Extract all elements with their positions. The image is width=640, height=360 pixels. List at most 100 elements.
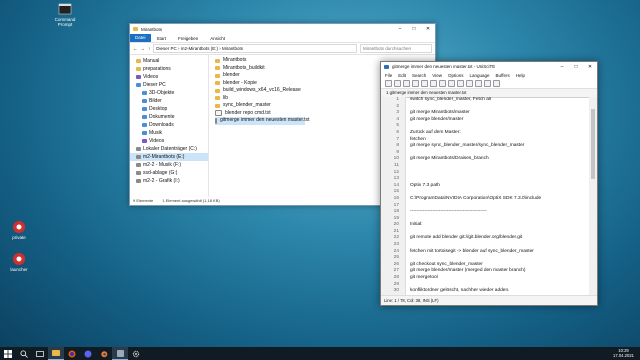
tab-ansicht[interactable]: Ansicht (204, 36, 231, 41)
back-arrow-icon[interactable]: ← (133, 46, 138, 51)
text-file-icon (215, 110, 222, 117)
window-title: Mirantbots (141, 26, 163, 32)
nav-item[interactable]: m2-2 - Musik (F:) (130, 161, 208, 169)
minimize-button[interactable]: – (555, 62, 569, 72)
nav-item-label: Manual (143, 58, 160, 64)
blender-icon[interactable] (96, 347, 112, 360)
nav-item[interactable]: preparations (130, 65, 208, 73)
tab-start[interactable]: Start (151, 36, 173, 41)
editor-titlebar[interactable]: gitmerge immer den neuesten master.txt -… (381, 62, 597, 71)
nav-item[interactable]: Dieser PC (130, 81, 208, 89)
close-button[interactable]: ✕ (421, 24, 435, 34)
up-arrow-icon[interactable]: ↑ (148, 46, 150, 51)
folder-icon (215, 88, 220, 93)
nav-item[interactable]: ssd-ablage (G:) (130, 169, 208, 177)
editor-icon[interactable] (112, 347, 128, 360)
delete-icon[interactable] (457, 80, 464, 87)
nav-item[interactable]: Lokaler Datenträger (C:) (130, 145, 208, 153)
close-button[interactable]: ✕ (583, 62, 597, 72)
minimize-button[interactable]: – (393, 24, 407, 34)
text-line: 20 Initial: (381, 222, 589, 229)
text-line: 8 git merge sync_blender_master/sync_blen… (381, 143, 589, 150)
redo-icon[interactable] (475, 80, 482, 87)
save-icon[interactable] (403, 80, 410, 87)
nav-item[interactable]: Dokumente (130, 113, 208, 121)
line-number: 4 (381, 116, 406, 124)
nav-item-icon (136, 179, 141, 183)
text-line: 3 git merge Mirantbots/master (381, 110, 589, 117)
maximize-button[interactable]: □ (407, 24, 421, 34)
line-number: 23 (381, 242, 406, 249)
file-row[interactable]: gitmerge immer den neuesten master.txt (215, 117, 310, 125)
undo-icon[interactable] (466, 80, 473, 87)
nav-item[interactable]: Bilder (130, 97, 208, 105)
line-text: Zurück auf dem Master: (410, 129, 461, 135)
menu-item[interactable]: Help (516, 73, 525, 78)
explorer-titlebar[interactable]: Mirantbots – □ ✕ (130, 24, 435, 34)
breadcrumb-item[interactable]: Mirantbots (222, 46, 243, 51)
desktop-icon-label: private (12, 235, 26, 240)
print-icon[interactable] (421, 80, 428, 87)
nav-item[interactable]: 3D-Objekte (130, 89, 208, 97)
maximize-button[interactable]: □ (569, 62, 583, 72)
firefox-icon[interactable] (64, 347, 80, 360)
file-name: Mirantbots (223, 57, 247, 63)
text-editor-window[interactable]: gitmerge immer den neuesten master.txt -… (380, 61, 598, 306)
find-icon[interactable] (484, 80, 491, 87)
text-line: 25 (381, 255, 589, 262)
menu-item[interactable]: File (385, 73, 392, 78)
line-number: 7 (381, 136, 406, 144)
line-text (406, 255, 410, 262)
windows-start-icon[interactable] (0, 347, 16, 360)
nav-item-icon (142, 131, 147, 135)
nav-item[interactable]: m2-Mirantbots (E:) (130, 153, 208, 161)
replace-icon[interactable] (493, 80, 500, 87)
vertical-scrollbar[interactable] (589, 97, 597, 296)
paste-icon[interactable] (448, 80, 455, 87)
nav-item[interactable]: Desktop (130, 105, 208, 113)
task-view-icon[interactable] (32, 347, 48, 360)
scrollbar-thumb[interactable] (591, 109, 595, 179)
discord-icon[interactable] (80, 347, 96, 360)
breadcrumb-item[interactable]: Dieser PC (156, 46, 177, 51)
open-file-icon[interactable] (394, 80, 401, 87)
nav-item[interactable]: Videos (130, 137, 208, 145)
menu-item[interactable]: Search (412, 73, 426, 78)
close-file-icon[interactable] (412, 80, 419, 87)
nav-item-label: m2-2 - Grafik (I:) (143, 178, 180, 184)
item-count: 9 Elemente (133, 198, 154, 203)
tab-datei[interactable]: Datei (130, 34, 151, 42)
settings-icon[interactable] (128, 347, 144, 360)
menu-item[interactable]: View (432, 73, 442, 78)
nav-item[interactable]: Musik (130, 129, 208, 137)
nav-item-label: Dieser PC (143, 82, 166, 88)
nav-item[interactable]: Downloads (130, 121, 208, 129)
menu-item[interactable]: Options (448, 73, 464, 78)
menu-item[interactable]: Buffers (496, 73, 510, 78)
menu-item[interactable]: Language (470, 73, 490, 78)
desktop-icon-private[interactable]: private (2, 220, 36, 240)
breadcrumb-item[interactable]: m2-Mirantbots (E:) (181, 46, 218, 51)
text-line: 17 (381, 202, 589, 210)
search-input[interactable]: Mirantbots durchsuchen (360, 44, 432, 53)
breadcrumb[interactable]: Dieser PC › m2-Mirantbots (E:) › Mirantb… (153, 44, 357, 53)
new-file-icon[interactable] (385, 80, 392, 87)
nav-item[interactable]: m2-2 - Grafik (I:) (130, 177, 208, 185)
nav-item[interactable]: Manual (130, 57, 208, 65)
menu-item[interactable]: Edit (398, 73, 406, 78)
system-clock[interactable]: 10:29 17.04.2021 (613, 348, 634, 358)
search-icon[interactable] (16, 347, 32, 360)
line-number: 3 (381, 110, 406, 117)
tab-freigeben[interactable]: Freigeben (172, 36, 204, 41)
file-name: blender repo cmd.txt (225, 109, 271, 116)
cut-icon[interactable] (430, 80, 437, 87)
desktop-icon-launcher[interactable]: launcher (2, 252, 36, 272)
nav-item-label: Videos (149, 138, 165, 144)
file-explorer-icon[interactable] (48, 347, 64, 360)
desktop-icon-command-prompt[interactable]: Command Prompt (48, 2, 82, 27)
copy-icon[interactable] (439, 80, 446, 87)
text-area[interactable]: 1 switch sync_blender_master, Fetch all 2 3… (381, 97, 589, 296)
forward-arrow-icon[interactable]: → (141, 46, 146, 51)
nav-item[interactable]: Videos (130, 73, 208, 81)
text-line: 4 git merge blender/master (381, 116, 589, 124)
